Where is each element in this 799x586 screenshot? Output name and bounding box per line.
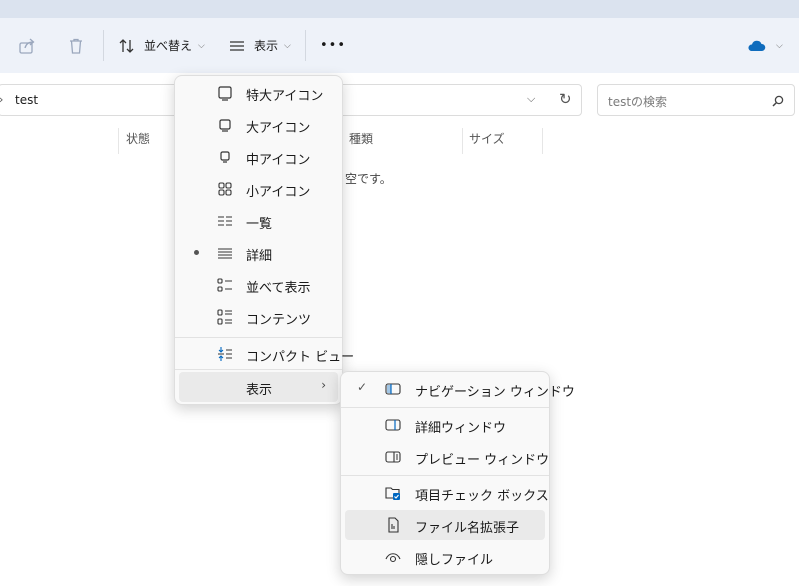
share-icon xyxy=(19,38,35,54)
menu-item-label: プレビュー ウィンドウ xyxy=(415,453,550,468)
menu-divider xyxy=(175,337,342,338)
selected-bullet-icon xyxy=(194,250,199,255)
details-pane-icon xyxy=(385,419,401,431)
toolbar-divider xyxy=(305,30,306,61)
chevron-right-icon: › xyxy=(321,378,326,392)
menu-item-navigation-pane[interactable]: ✓ ナビゲーション ウィンドウ xyxy=(345,374,575,404)
toolbar-divider xyxy=(103,30,104,61)
menu-item-label: ナビゲーション ウィンドウ xyxy=(415,385,575,400)
monitor-large-icon xyxy=(218,86,232,101)
menu-item-extra-large-icons[interactable]: 特大アイコン xyxy=(179,78,338,108)
menu-item-label: 隠しファイル xyxy=(415,553,494,568)
sort-icon xyxy=(119,38,134,53)
sort-button[interactable]: 並べ替え ⌵ xyxy=(118,18,205,73)
more-button[interactable]: ••• xyxy=(320,18,346,73)
onedrive-button[interactable]: ⌵ xyxy=(746,18,783,73)
menu-item-label: コンテンツ xyxy=(246,313,312,328)
menu-item-tiles[interactable]: 並べて表示 xyxy=(179,270,338,300)
view-lines-icon xyxy=(230,40,244,51)
menu-item-label: 大アイコン xyxy=(246,121,311,136)
view-label: 表示 xyxy=(254,39,279,53)
trash-icon xyxy=(70,38,82,54)
sort-label: 並べ替え xyxy=(144,39,193,53)
menu-item-label: 小アイコン xyxy=(246,185,311,200)
menu-item-label: 一覧 xyxy=(246,217,273,232)
search-placeholder: testの検索 xyxy=(608,95,668,109)
title-bar xyxy=(0,0,799,18)
delete-button[interactable] xyxy=(67,18,85,73)
chevron-down-icon: ⌵ xyxy=(284,40,291,51)
menu-item-content[interactable]: コンテンツ xyxy=(179,302,338,332)
menu-item-show[interactable]: 表示 › xyxy=(179,372,338,402)
checkbox-icon xyxy=(385,487,400,500)
menu-item-label: 詳細ウィンドウ xyxy=(415,421,507,436)
menu-divider xyxy=(341,407,549,408)
view-menu: 特大アイコン 大アイコン 中アイコン 小アイコン 一覧 詳細 並べて表示 コンテ… xyxy=(174,75,354,405)
show-submenu: ✓ ナビゲーション ウィンドウ 詳細ウィンドウ プレビュー ウィンドウ 項目チェ… xyxy=(340,371,575,575)
address-path: test xyxy=(15,93,39,107)
preview-pane-icon xyxy=(385,451,401,463)
menu-divider xyxy=(341,475,549,476)
column-divider xyxy=(118,128,119,154)
monitor-icon xyxy=(219,119,231,132)
column-divider xyxy=(462,128,463,154)
eye-icon xyxy=(385,553,401,563)
menu-item-details-pane[interactable]: 詳細ウィンドウ xyxy=(345,410,545,440)
column-header-type[interactable]: 種類 xyxy=(349,130,373,147)
search-icon xyxy=(772,95,784,107)
monitor-small-icon xyxy=(220,151,230,163)
column-header-status[interactable]: 状態 xyxy=(126,130,150,147)
menu-item-list[interactable]: 一覧 xyxy=(179,206,338,236)
menu-item-small-icons[interactable]: 小アイコン xyxy=(179,174,338,204)
file-ext-icon xyxy=(388,517,399,533)
onedrive-cloud-icon xyxy=(748,40,766,51)
more-label: ••• xyxy=(320,38,347,53)
menu-item-preview-pane[interactable]: プレビュー ウィンドウ xyxy=(345,442,549,472)
menu-item-label: 詳細 xyxy=(246,249,273,264)
list-icon xyxy=(218,216,232,226)
menu-item-item-checkboxes[interactable]: 項目チェック ボックス xyxy=(345,478,549,508)
column-divider xyxy=(542,128,543,154)
address-dropdown-icon[interactable]: ⌵ xyxy=(527,92,535,106)
view-button[interactable]: 表示 ⌵ xyxy=(228,18,291,73)
chevron-right-icon: › xyxy=(0,93,3,106)
menu-item-label: 並べて表示 xyxy=(246,281,311,296)
content-icon xyxy=(217,309,232,325)
menu-item-file-extensions[interactable]: ファイル名拡張子 xyxy=(345,510,545,540)
chevron-down-icon: ⌵ xyxy=(198,40,205,51)
menu-item-compact-view[interactable]: コンパクト ビュー xyxy=(179,339,354,369)
refresh-icon[interactable]: ↻ xyxy=(559,90,572,108)
menu-item-label: 項目チェック ボックス xyxy=(415,489,549,504)
checkmark-icon: ✓ xyxy=(357,380,368,394)
menu-divider xyxy=(175,369,342,370)
empty-folder-message: 空です。 xyxy=(345,172,392,186)
search-input[interactable]: testの検索 xyxy=(597,84,795,116)
grid-icon xyxy=(218,182,232,196)
menu-item-label: コンパクト ビュー xyxy=(246,350,355,365)
menu-item-large-icons[interactable]: 大アイコン xyxy=(179,110,338,140)
menu-item-label: ファイル名拡張子 xyxy=(415,521,520,536)
menu-item-label: 特大アイコン xyxy=(246,89,324,104)
menu-item-label: 表示 xyxy=(246,383,273,398)
nav-pane-icon xyxy=(385,383,401,395)
menu-item-medium-icons[interactable]: 中アイコン xyxy=(179,142,338,172)
menu-item-hidden-files[interactable]: 隠しファイル xyxy=(345,542,545,572)
menu-item-details[interactable]: 詳細 xyxy=(179,238,338,268)
menu-item-label: 中アイコン xyxy=(246,153,311,168)
details-icon xyxy=(218,248,232,259)
column-header-size[interactable]: サイズ xyxy=(469,130,505,147)
command-bar: 並べ替え ⌵ 表示 ⌵ ••• ⌵ xyxy=(0,18,799,73)
share-button[interactable] xyxy=(18,18,36,73)
chevron-down-icon: ⌵ xyxy=(776,40,783,51)
compact-icon xyxy=(218,347,232,361)
tiles-icon xyxy=(217,278,232,292)
